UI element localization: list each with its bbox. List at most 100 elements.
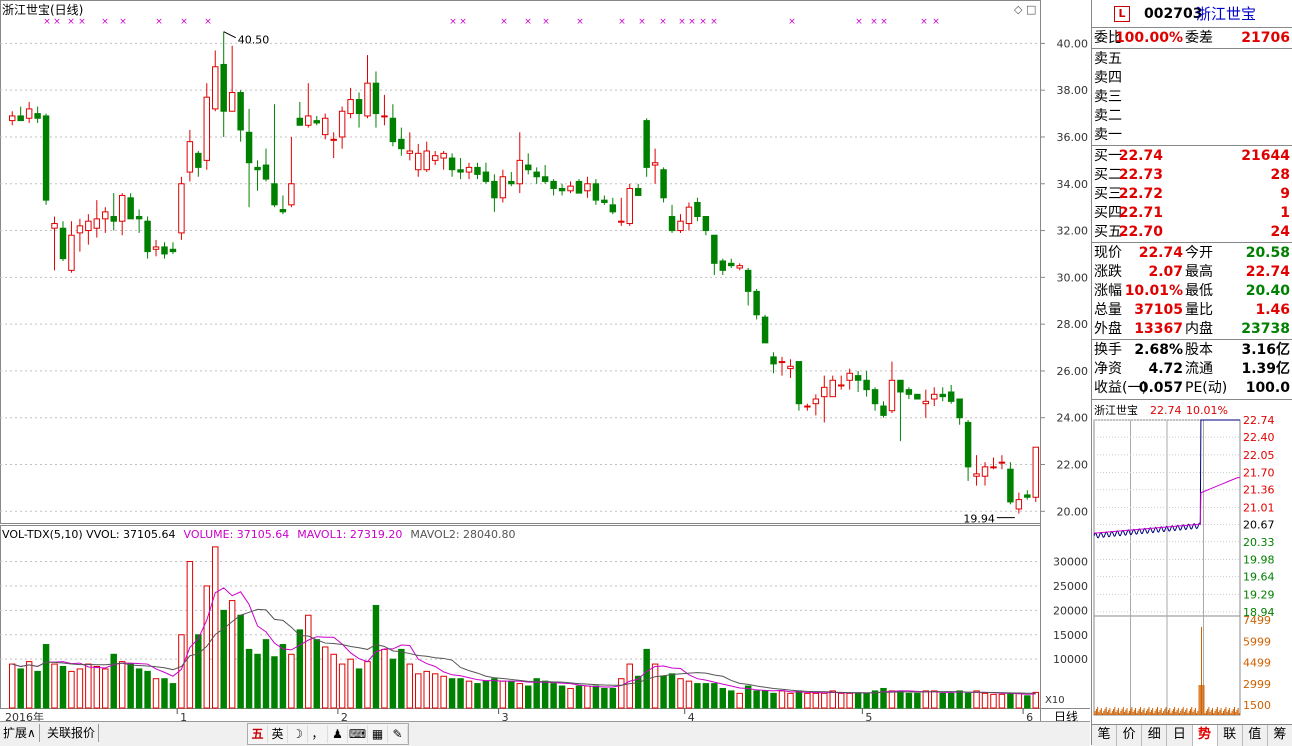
volume-bar[interactable] <box>271 656 278 709</box>
volume-bar[interactable] <box>973 690 980 709</box>
volume-bar[interactable] <box>736 692 743 709</box>
candle-body[interactable] <box>863 379 870 391</box>
volume-bar[interactable] <box>1007 692 1014 709</box>
sell-row[interactable]: 卖五 <box>1092 50 1292 69</box>
volume-bar[interactable] <box>127 663 134 709</box>
candle-body[interactable] <box>770 356 777 365</box>
candle-body[interactable] <box>68 234 75 271</box>
volume-bar[interactable] <box>161 678 168 709</box>
candle-body[interactable] <box>584 183 591 192</box>
buy-row[interactable]: 买一 22.74 21644 <box>1092 147 1292 166</box>
ime-punct-icon[interactable]: ， <box>308 725 328 743</box>
volume-bar[interactable] <box>347 658 354 709</box>
candle-body[interactable] <box>939 393 946 398</box>
candle-body[interactable] <box>567 185 574 192</box>
volume-bar[interactable] <box>804 692 811 709</box>
sell-row[interactable]: 卖四 <box>1092 69 1292 88</box>
level-icon[interactable]: L <box>1114 6 1130 22</box>
volume-bar[interactable] <box>296 629 304 709</box>
volume-bar[interactable] <box>905 692 913 709</box>
candle-body[interactable] <box>643 120 650 168</box>
info-mine-marker[interactable]: × <box>204 17 212 27</box>
info-mine-marker[interactable]: × <box>638 17 646 27</box>
candle-body[interactable] <box>516 159 523 185</box>
volume-bar[interactable] <box>440 675 447 709</box>
volume-bar[interactable] <box>525 685 532 709</box>
volume-bar[interactable] <box>719 687 727 709</box>
volume-bar[interactable] <box>398 648 405 709</box>
candle-body[interactable] <box>254 166 261 171</box>
candle-body[interactable] <box>499 176 507 199</box>
info-mine-marker[interactable]: × <box>155 17 163 27</box>
volume-bar[interactable] <box>634 675 642 709</box>
candle-body[interactable] <box>897 379 904 393</box>
volume-bar[interactable] <box>186 561 194 709</box>
candle-body[interactable] <box>372 82 380 115</box>
candle-body[interactable] <box>465 166 473 173</box>
candle-body[interactable] <box>778 361 786 364</box>
volume-bar[interactable] <box>914 692 921 709</box>
candle-body[interactable] <box>871 389 879 405</box>
candle-body[interactable] <box>525 164 532 171</box>
candle-body[interactable] <box>609 204 617 213</box>
candle-body[interactable] <box>550 180 557 189</box>
volume-bar[interactable] <box>321 646 329 709</box>
candle-body[interactable] <box>34 113 41 119</box>
volume-bar[interactable] <box>389 658 397 709</box>
volume-bar[interactable] <box>550 683 557 709</box>
volume-bar[interactable] <box>854 692 862 709</box>
info-mine-marker[interactable]: × <box>576 17 584 27</box>
volume-bar[interactable] <box>609 687 617 709</box>
info-mine-marker[interactable]: × <box>710 17 718 27</box>
volume-bar[interactable] <box>423 670 430 709</box>
volume-bar[interactable] <box>1032 691 1040 709</box>
volume-bar[interactable] <box>25 661 33 709</box>
candle-body[interactable] <box>1007 468 1014 503</box>
volume-bar[interactable] <box>998 693 1006 709</box>
candle-body[interactable] <box>533 171 540 178</box>
volume-bar[interactable] <box>279 644 287 709</box>
volume-bar[interactable] <box>922 690 930 709</box>
mini-intraday-chart[interactable]: 浙江世宝 22.74 10.01% 22.74 22.40 22.05 21.70 21.36… <box>1092 400 1292 725</box>
candle-body[interactable] <box>127 197 134 220</box>
volume-bar[interactable] <box>871 690 879 709</box>
volume-bar[interactable] <box>465 680 473 709</box>
volume-bar[interactable] <box>888 690 896 709</box>
candle-body[interactable] <box>795 361 803 405</box>
volume-bar[interactable] <box>34 670 41 709</box>
volume-bar[interactable] <box>567 687 574 709</box>
volume-bar[interactable] <box>457 678 464 709</box>
candle-body[interactable] <box>59 227 67 260</box>
volume-bar[interactable] <box>778 690 786 709</box>
volume-bar[interactable] <box>601 687 608 709</box>
candle-body[interactable] <box>888 379 896 412</box>
candle-body[interactable] <box>448 157 456 171</box>
volume-bar[interactable] <box>846 692 853 709</box>
tab-related-quotes[interactable]: 关联报价 <box>44 724 100 742</box>
candle-body[interactable] <box>508 180 515 185</box>
candle-body[interactable] <box>135 216 143 220</box>
volume-bar[interactable] <box>931 690 938 709</box>
candle-body[interactable] <box>321 117 329 136</box>
candle-body[interactable] <box>744 269 752 292</box>
candle-body[interactable] <box>288 183 295 206</box>
ime-moon-icon[interactable]: ☽ <box>288 725 308 743</box>
info-mine-marker[interactable]: × <box>870 17 878 27</box>
candle-body[interactable] <box>364 82 371 117</box>
volume-bar[interactable] <box>508 680 515 709</box>
volume-bar[interactable] <box>448 678 456 709</box>
candle-body[interactable] <box>415 152 422 171</box>
candle-body[interactable] <box>719 260 727 271</box>
volume-bar[interactable] <box>660 675 667 709</box>
volume-bar[interactable] <box>338 663 346 709</box>
buy-row[interactable]: 买二 22.73 28 <box>1092 166 1292 185</box>
info-mine-marker[interactable]: × <box>500 17 508 27</box>
candle-body[interactable] <box>457 169 464 173</box>
candle-body[interactable] <box>854 375 862 381</box>
volume-bar[interactable] <box>770 692 777 709</box>
period-label[interactable]: 日线 <box>1042 708 1090 724</box>
candle-body[interactable] <box>42 115 50 201</box>
volume-bar[interactable] <box>626 663 633 709</box>
mini-tab[interactable]: 联 <box>1218 725 1243 746</box>
stock-name[interactable]: 浙江世宝 <box>1196 5 1256 24</box>
